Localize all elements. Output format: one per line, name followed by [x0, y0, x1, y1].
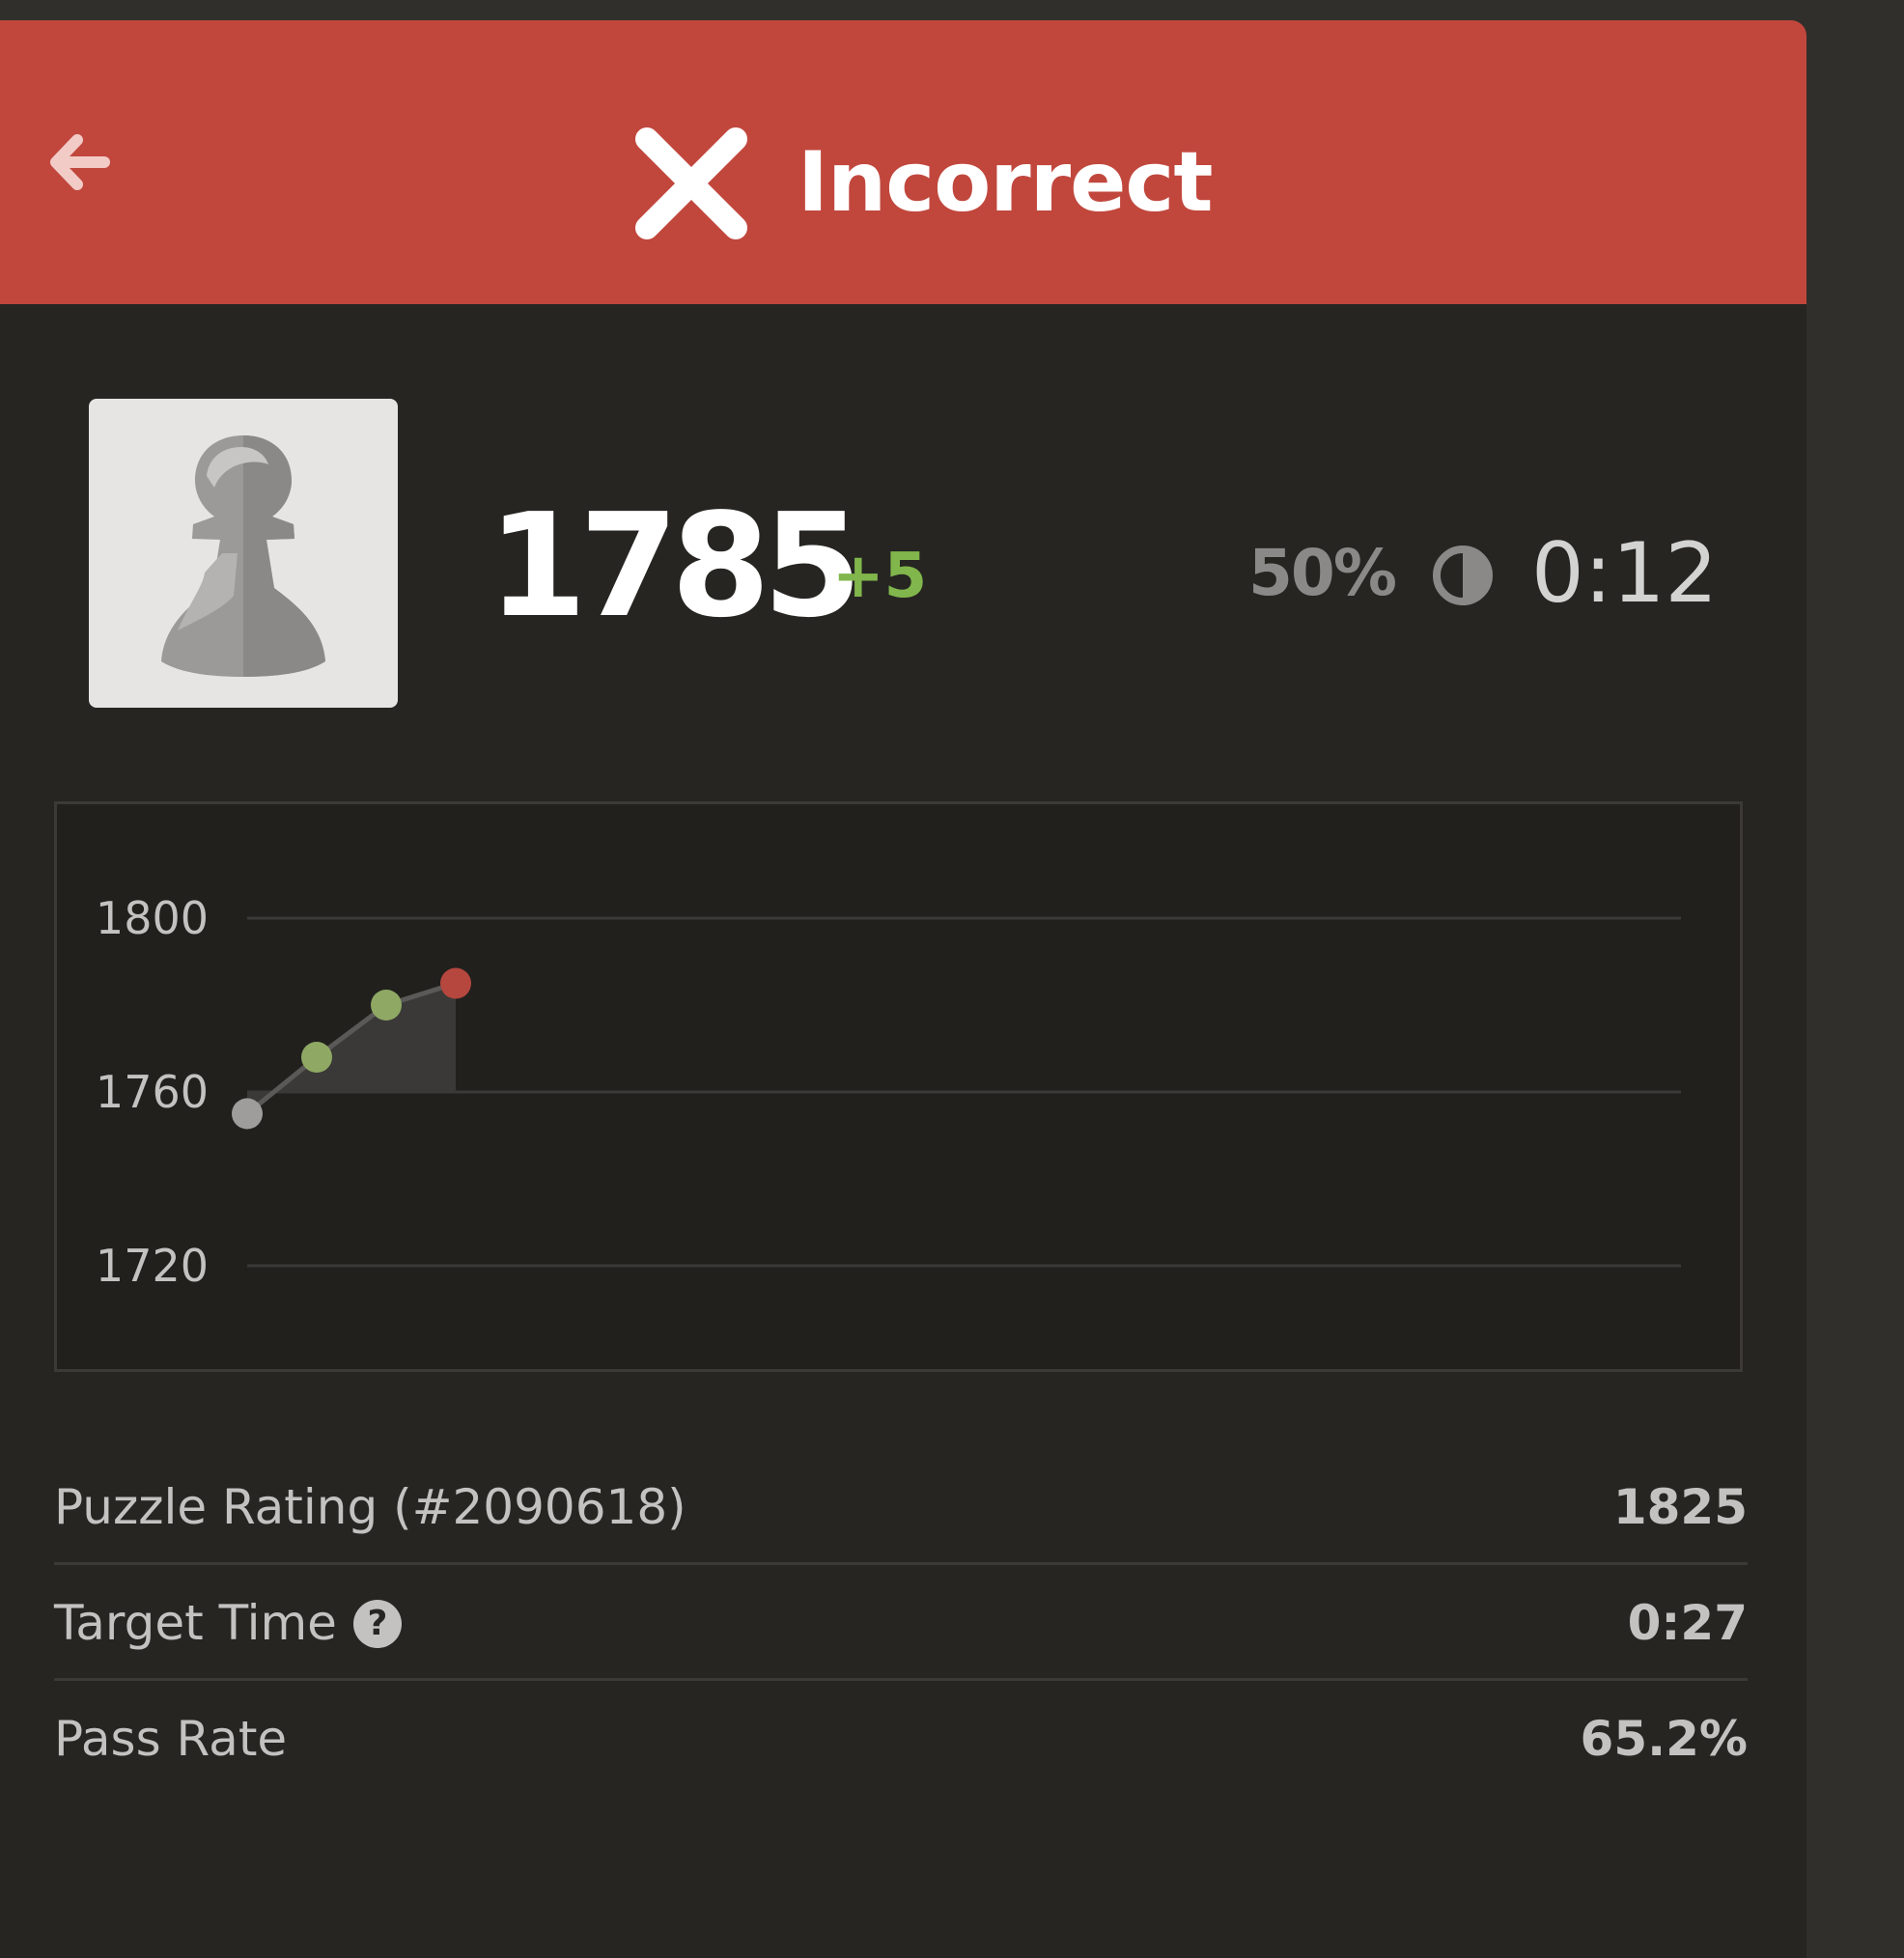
accuracy-percent: 50%	[1248, 536, 1397, 610]
y-tick-label: 1800	[96, 892, 209, 944]
puzzle-piece-tile	[89, 399, 398, 708]
y-tick-label: 1760	[96, 1066, 209, 1118]
pawn-icon	[161, 435, 325, 677]
question-icon[interactable]: ?	[353, 1600, 402, 1648]
rating-point	[301, 1042, 332, 1073]
stat-row-target-time: Target Time ? 0:27	[54, 1565, 1748, 1681]
rating-history-chart: 1800 1760 1720	[54, 801, 1743, 1372]
solve-timer: 0:12	[1531, 525, 1719, 622]
rating-point	[371, 990, 402, 1021]
target-time-label: Target Time	[54, 1595, 337, 1651]
rating-area	[247, 983, 456, 1114]
target-time-value: 0:27	[1627, 1595, 1748, 1651]
result-status-text: Incorrect	[798, 134, 1214, 231]
rating-point	[232, 1098, 263, 1130]
rating-point	[440, 967, 471, 999]
puzzle-stats: Puzzle Rating (#2090618) 1825 Target Tim…	[54, 1449, 1748, 1797]
puzzle-rating-label: Puzzle Rating (#2090618)	[54, 1479, 686, 1535]
pass-rate-label: Pass Rate	[54, 1711, 288, 1767]
player-rating: 1785	[488, 483, 862, 649]
x-icon	[635, 127, 747, 239]
rating-chart-svg: 1800 1760 1720	[96, 892, 1681, 1292]
stat-row-puzzle-rating: Puzzle Rating (#2090618) 1825	[54, 1449, 1748, 1565]
y-tick-label: 1720	[96, 1240, 209, 1292]
arrow-left-icon	[50, 134, 110, 190]
stat-row-pass-rate: Pass Rate 65.2%	[54, 1681, 1748, 1797]
puzzle-rating-value: 1825	[1612, 1479, 1748, 1535]
clock-icon	[1433, 545, 1493, 605]
rating-change: +5	[832, 541, 928, 612]
back-button[interactable]	[48, 130, 112, 194]
puzzle-result-screen: Incorrect 1785 +5 50% 0:12 1800 1760 1720 …	[0, 0, 1904, 1958]
pass-rate-value: 65.2%	[1580, 1711, 1748, 1767]
result-panel: Incorrect 1785 +5 50% 0:12 1800 1760 1720 …	[0, 20, 1806, 1958]
result-header: Incorrect	[0, 20, 1806, 304]
